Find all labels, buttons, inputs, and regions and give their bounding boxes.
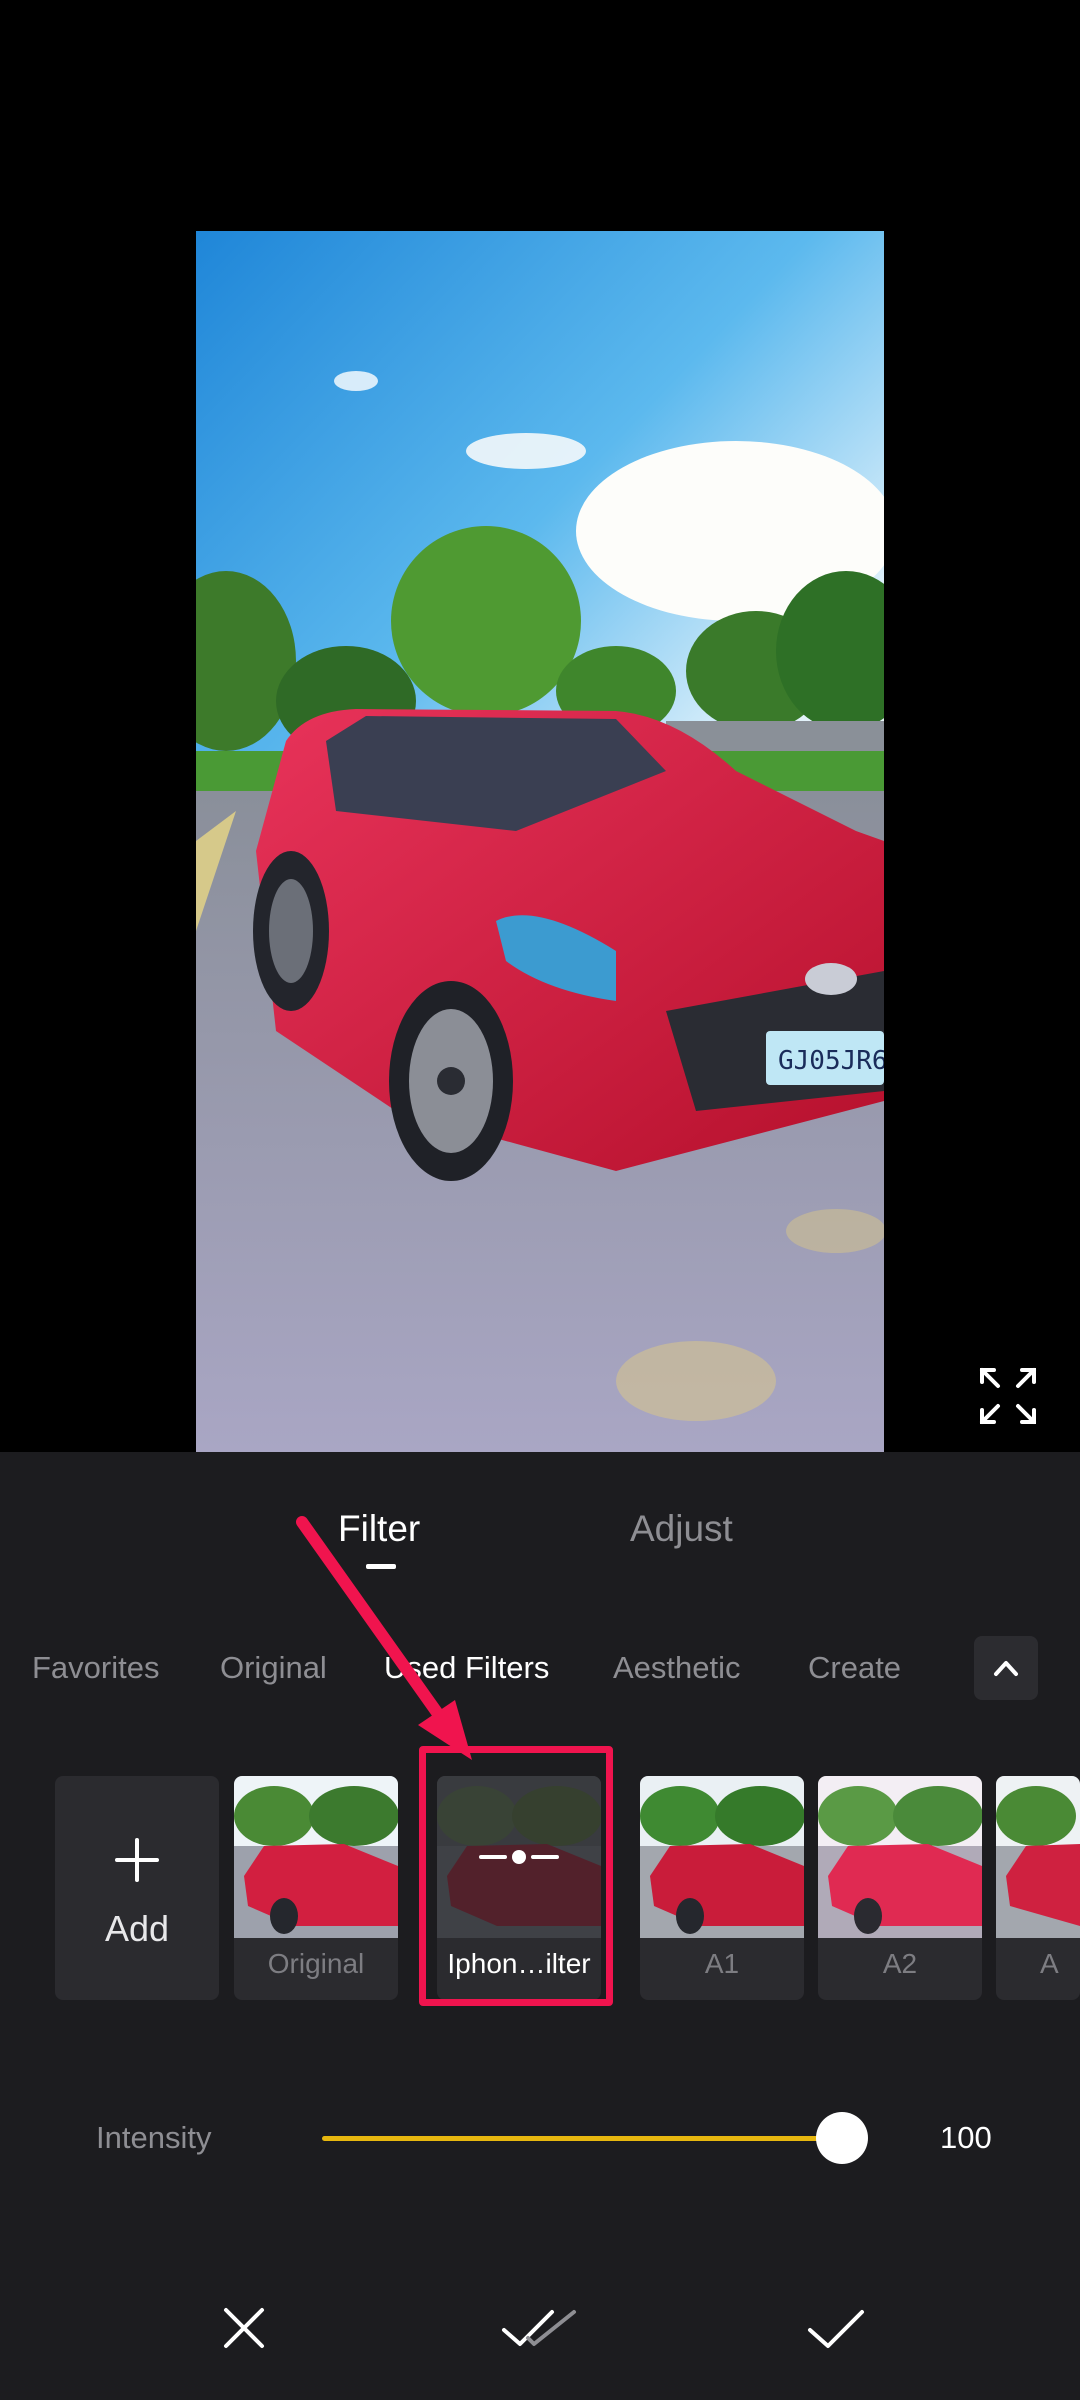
tab-filter[interactable]: Filter — [338, 1508, 420, 1550]
add-label: Add — [104, 1908, 170, 1949]
check-icon — [808, 2310, 864, 2348]
close-icon — [224, 2308, 264, 2348]
filter-a2[interactable]: A2 — [818, 1776, 982, 2000]
highlight-box — [419, 1746, 613, 2006]
intensity-slider-track[interactable] — [322, 2136, 842, 2141]
intensity-label: Intensity — [96, 2120, 212, 2155]
filter-label: A1 — [704, 1948, 740, 1979]
plus-icon — [115, 1838, 159, 1882]
filter-label: A — [1040, 1948, 1059, 1979]
filter-thumbnail — [996, 1776, 1080, 1938]
tab-adjust[interactable]: Adjust — [630, 1508, 733, 1550]
active-tab-indicator — [366, 1564, 396, 1569]
video-preview: GJ05JR67 — [0, 0, 1080, 1452]
confirm-button[interactable] — [800, 2292, 872, 2364]
expand-icon[interactable] — [976, 1364, 1040, 1428]
filter-thumbnail — [640, 1776, 804, 1938]
category-favorites[interactable]: Favorites — [32, 1650, 159, 1686]
intensity-slider-thumb[interactable] — [816, 2112, 868, 2164]
category-original[interactable]: Original — [220, 1650, 327, 1686]
filter-thumbnail — [234, 1776, 398, 1938]
filter-label: Original — [267, 1948, 365, 1979]
add-filter-button[interactable]: Add — [55, 1776, 219, 2000]
filter-a1[interactable]: A1 — [640, 1776, 804, 2000]
video-frame[interactable]: GJ05JR67 — [196, 231, 884, 1452]
category-used-filters[interactable]: Used Filters — [384, 1650, 549, 1686]
filter-original[interactable]: Original — [234, 1776, 398, 2000]
filter-thumbnail — [818, 1776, 982, 1938]
cancel-button[interactable] — [208, 2292, 280, 2364]
license-plate-text: GJ05JR67 — [778, 1046, 884, 1076]
double-check-icon — [502, 2310, 576, 2346]
apply-all-button[interactable] — [500, 2292, 580, 2364]
category-create[interactable]: Create — [808, 1650, 901, 1686]
category-aesthetic[interactable]: Aesthetic — [613, 1650, 741, 1686]
collapse-button[interactable] — [974, 1636, 1038, 1700]
filter-label: A2 — [882, 1948, 918, 1979]
intensity-value: 100 — [940, 2120, 992, 2155]
chevron-up-icon — [994, 1661, 1018, 1676]
filter-a3[interactable]: A — [996, 1776, 1080, 2000]
filter-panel: Filter Adjust Favorites Original Used Fi… — [0, 1452, 1080, 2400]
